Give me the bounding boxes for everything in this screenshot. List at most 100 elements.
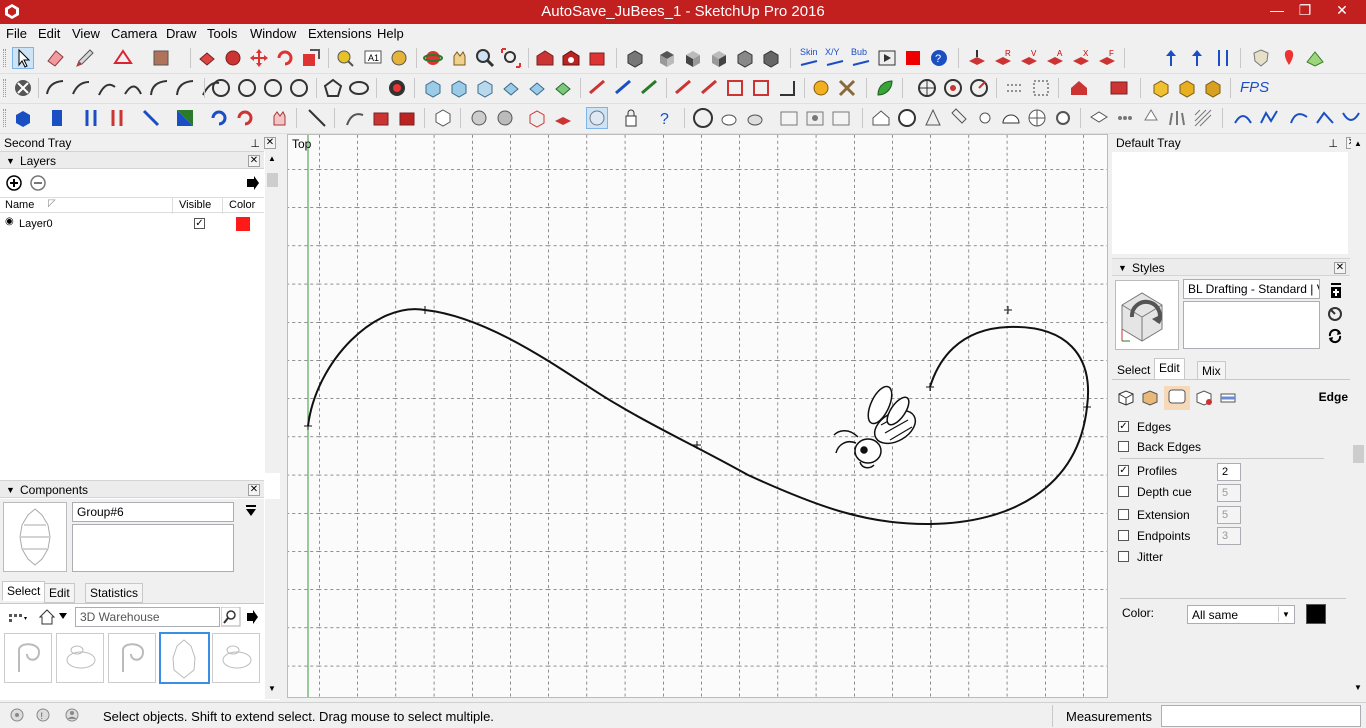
bezier-5-button[interactable]: [1340, 107, 1362, 129]
solid-1-button[interactable]: [422, 77, 444, 99]
menu-edit[interactable]: Edit: [38, 26, 60, 41]
component-description-field[interactable]: [72, 524, 234, 572]
settings-button[interactable]: [12, 77, 34, 99]
r3-tool-2[interactable]: [46, 107, 68, 129]
r3-tool-11[interactable]: [344, 107, 366, 129]
cone-button[interactable]: [922, 107, 944, 129]
menu-tools[interactable]: Tools: [207, 26, 237, 41]
menu-file[interactable]: File: [6, 26, 27, 41]
update-style-icon[interactable]: [1326, 305, 1344, 323]
r3-tool-16[interactable]: [494, 107, 516, 129]
stop-button[interactable]: [902, 47, 924, 69]
styles-close-button[interactable]: ✕: [1334, 262, 1346, 274]
minimize-button[interactable]: —: [1262, 0, 1292, 22]
r3-tool-10[interactable]: [306, 107, 328, 129]
tool-b-button[interactable]: [612, 77, 634, 99]
eraser-button[interactable]: [44, 47, 66, 69]
style-name-field[interactable]: BL Drafting - Standard | VP: [1183, 279, 1320, 299]
bub-button[interactable]: Bub: [850, 47, 872, 69]
view-top-button[interactable]: [656, 47, 678, 69]
menu-draw[interactable]: Draw: [166, 26, 196, 41]
component-thumb-bee[interactable]: [56, 633, 104, 683]
box-button[interactable]: [1150, 77, 1172, 99]
component-thumb-spiral[interactable]: [4, 633, 52, 683]
background-settings-tab[interactable]: [1164, 386, 1190, 410]
face-settings-icon[interactable]: [1140, 388, 1160, 408]
warehouse-search-input[interactable]: [75, 607, 220, 627]
r3-tool-13[interactable]: [396, 107, 418, 129]
r3-tool-18[interactable]: [552, 107, 574, 129]
create-style-icon[interactable]: [1328, 282, 1344, 300]
circle-2-button[interactable]: [236, 77, 258, 99]
component-thumb-bee-2[interactable]: [212, 633, 260, 683]
drawing-canvas[interactable]: [288, 135, 1108, 698]
tool-a-button[interactable]: [586, 77, 608, 99]
components-close-button[interactable]: ✕: [248, 484, 260, 496]
globe-button[interactable]: [1026, 107, 1048, 129]
terrain-button[interactable]: [1304, 47, 1326, 69]
circle-3-button[interactable]: [262, 77, 284, 99]
credits-icon[interactable]: !: [36, 708, 50, 722]
layer-color-swatch[interactable]: [236, 217, 250, 231]
location-button[interactable]: [1278, 47, 1300, 69]
push-pull-button[interactable]: [196, 47, 218, 69]
menu-view[interactable]: View: [72, 26, 100, 41]
play-button[interactable]: [876, 47, 898, 69]
paint-bucket-button[interactable]: [150, 47, 172, 69]
view-front-button[interactable]: [682, 47, 704, 69]
extension-checkbox[interactable]: [1118, 509, 1129, 520]
sandbox-6-button[interactable]: F: [1096, 47, 1118, 69]
edges-checkbox[interactable]: ✓: [1118, 421, 1129, 432]
sandbox-2-button[interactable]: R: [992, 47, 1014, 69]
circle-button[interactable]: [210, 77, 232, 99]
refresh-icon[interactable]: [1327, 328, 1343, 344]
sun-button[interactable]: [810, 77, 832, 99]
follow-me-button[interactable]: [222, 47, 244, 69]
xy-button[interactable]: X/Y: [824, 47, 846, 69]
pan-button[interactable]: [448, 47, 470, 69]
pin-icon[interactable]: ⊥: [250, 136, 260, 152]
bezier-2-button[interactable]: [1258, 107, 1280, 129]
details-arrow-icon[interactable]: [245, 609, 259, 625]
layer-visible-checkbox[interactable]: ✓: [194, 218, 205, 229]
depth-cue-checkbox[interactable]: [1118, 486, 1129, 497]
tool-f-button[interactable]: [724, 77, 746, 99]
tree-button[interactable]: [1140, 107, 1162, 129]
tool-c-button[interactable]: [638, 77, 660, 99]
arc-button[interactable]: [44, 77, 66, 99]
delete-layer-icon[interactable]: [30, 175, 46, 191]
arc-6-button[interactable]: [174, 77, 196, 99]
r3-tool-1[interactable]: [12, 107, 34, 129]
components-scrollbar[interactable]: ▼: [265, 499, 280, 699]
tab-edit[interactable]: Edit: [44, 583, 75, 603]
profiles-value[interactable]: 2: [1217, 463, 1241, 481]
sandbox-4-button[interactable]: A: [1044, 47, 1066, 69]
r3-tool-14[interactable]: [432, 107, 454, 129]
help-button[interactable]: ?: [928, 47, 950, 69]
r3-tool-12[interactable]: [370, 107, 392, 129]
r3-tool-6[interactable]: [174, 107, 196, 129]
measurements-input[interactable]: [1161, 705, 1361, 727]
box-3-button[interactable]: [1202, 77, 1224, 99]
grass-button[interactable]: [1166, 107, 1188, 129]
style-6-button[interactable]: [830, 107, 852, 129]
house-button[interactable]: [1068, 77, 1090, 99]
light-button[interactable]: [974, 107, 996, 129]
color-select[interactable]: All same ▼: [1187, 605, 1295, 624]
tool-e-button[interactable]: [698, 77, 720, 99]
circle-style-button[interactable]: [896, 107, 918, 129]
sandbox-5-button[interactable]: X: [1070, 47, 1092, 69]
rotate-button[interactable]: [274, 47, 296, 69]
close-button[interactable]: ✕: [1320, 0, 1364, 22]
tools-button[interactable]: [836, 77, 858, 99]
flashlight-button[interactable]: [948, 107, 970, 129]
scroll-thumb[interactable]: [267, 173, 278, 187]
right-tray-scrollbar[interactable]: ▲ ▼: [1351, 135, 1366, 700]
geo-location-icon[interactable]: [10, 708, 24, 722]
r3-tool-7[interactable]: [208, 107, 230, 129]
menu-extensions[interactable]: Extensions: [308, 26, 372, 41]
r3-tool-15[interactable]: [468, 107, 490, 129]
r3-tool-3[interactable]: [80, 107, 102, 129]
right-scroll-thumb[interactable]: [1353, 445, 1364, 463]
r3-tool-17[interactable]: [526, 107, 548, 129]
